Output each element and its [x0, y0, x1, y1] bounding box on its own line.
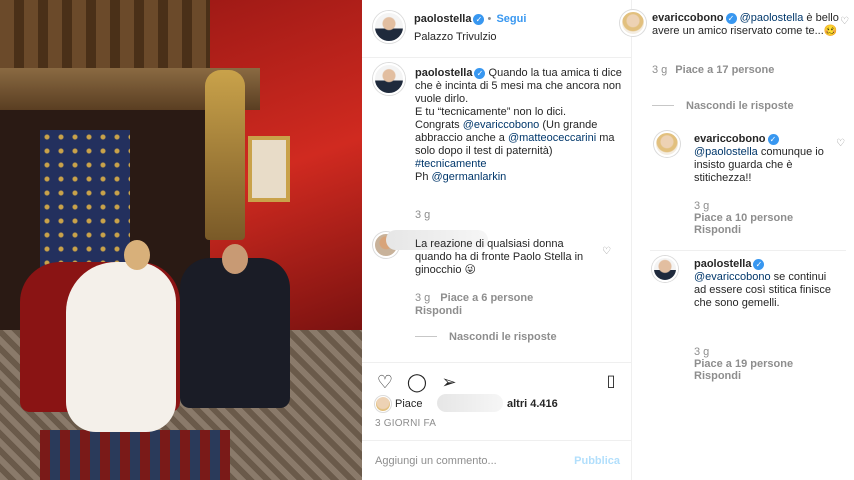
photo-statue — [205, 70, 245, 240]
likes-count[interactable]: altri 4.416 — [507, 398, 558, 410]
reply-button[interactable]: Rispondi — [694, 224, 793, 236]
post-photo[interactable] — [0, 0, 362, 480]
caption-line2: E tu “tecnicamente” non lo dici. — [415, 106, 567, 118]
comment-meta: 3 g Piace a 6 persone — [415, 292, 543, 304]
reply-button[interactable]: Rispondi — [415, 305, 462, 317]
photo-woman — [66, 262, 176, 432]
photo-man-head — [222, 244, 248, 274]
author-name-row: paolostella ✓ • Segui — [414, 13, 526, 25]
post-date: 3 GIORNI FA — [375, 418, 437, 429]
mention-link[interactable]: @paolostella — [694, 146, 758, 158]
commenter-avatar[interactable] — [654, 131, 680, 157]
heart-icon[interactable]: ♡ — [836, 138, 845, 149]
post-location[interactable]: Palazzo Trivulzio — [414, 31, 497, 43]
blurred-liker — [437, 394, 503, 412]
reply-button[interactable]: Rispondi — [694, 370, 793, 382]
photo-woman-head — [124, 240, 150, 270]
mention-link[interactable]: @paolostella — [740, 12, 804, 24]
commenter-avatar[interactable] — [652, 256, 678, 282]
verified-badge-icon: ✓ — [725, 13, 737, 24]
verified-badge-icon: ✓ — [767, 134, 779, 145]
heart-icon[interactable]: ♡ — [840, 16, 849, 27]
comment-time: 3 g — [415, 292, 431, 304]
author-avatar[interactable] — [373, 11, 405, 43]
comment-text: paolostella ✓ @evariccobono se continui a… — [694, 258, 834, 310]
comment-meta: 3 g Piace a 17 persone — [652, 64, 782, 76]
publish-button[interactable]: Pubblica — [574, 455, 620, 467]
instagram-post-screenshot: paolostella ✓ • Segui Palazzo Trivulzio p… — [0, 0, 854, 480]
comment-text: evariccobono ✓ @paolostella è bello avere… — [652, 12, 840, 38]
mention-link[interactable]: @matteoceccarini — [508, 132, 596, 144]
comment-username[interactable]: paolostella — [694, 258, 751, 270]
liker-avatar[interactable] — [375, 396, 391, 412]
hide-replies-button[interactable]: Nascondi le risposte — [652, 100, 794, 112]
divider-line — [415, 336, 437, 337]
divider-line — [650, 250, 846, 251]
comment-likes[interactable]: Piace a 17 persone — [675, 64, 774, 76]
comment-input[interactable]: Aggiungi un commento... — [375, 455, 497, 467]
mention-link[interactable]: @evariccobono — [694, 271, 771, 283]
comment-icon[interactable]: ◯ — [406, 371, 428, 393]
hide-replies-label: Nascondi le risposte — [686, 100, 794, 112]
likes-label: Piace — [395, 398, 423, 410]
comment-time: 3 g — [694, 200, 710, 212]
caption-avatar[interactable] — [373, 63, 405, 95]
action-bar: ♡ ◯ ➢ ▯ — [362, 362, 632, 398]
comment-username[interactable]: evariccobono — [652, 12, 724, 24]
comment-username[interactable]: evariccobono — [694, 133, 766, 145]
post-panel: paolostella ✓ • Segui Palazzo Trivulzio p… — [362, 0, 632, 480]
comment-text: evariccobono ✓ @paolostella comunque io i… — [694, 133, 834, 185]
mention-link[interactable]: @evariccobono — [463, 119, 540, 131]
photo-man — [180, 258, 290, 408]
comment-likes[interactable]: Piace a 10 persone — [694, 212, 793, 224]
follow-button[interactable]: Segui — [496, 13, 526, 25]
photo-painting — [248, 136, 290, 202]
replies-panel: evariccobono ✓ @paolostella è bello avere… — [620, 0, 854, 480]
caption-credit-pre: Ph — [415, 171, 432, 183]
share-icon[interactable]: ➢ — [438, 371, 460, 393]
hashtag-link[interactable]: #tecnicamente — [415, 158, 625, 171]
comment-meta: 3 g Piace a 10 persone Rispondi — [694, 200, 793, 236]
post-header: paolostella ✓ • Segui Palazzo Trivulzio — [362, 0, 632, 58]
commenter-avatar[interactable] — [620, 10, 646, 36]
verified-badge-icon: ✓ — [474, 68, 486, 79]
add-comment-bar: Aggiungi un commento... Pubblica — [362, 440, 632, 480]
author-username[interactable]: paolostella — [414, 13, 471, 25]
heart-icon[interactable]: ♡ — [602, 246, 611, 257]
caption-username[interactable]: paolostella — [415, 67, 472, 79]
comment-text: La reazione di qualsiasi donna quando ha… — [415, 238, 584, 276]
comment-likes[interactable]: Piace a 6 persone — [440, 292, 533, 304]
verified-badge-icon: ✓ — [753, 259, 765, 270]
divider-line — [652, 105, 674, 106]
separator-dot: • — [487, 13, 495, 25]
comment-likes[interactable]: Piace a 19 persone — [694, 358, 793, 370]
comment-meta: 3 g Piace a 19 persone Rispondi — [694, 346, 793, 382]
hide-replies-label: Nascondi le risposte — [449, 331, 557, 343]
comment-time: 3 g — [652, 64, 668, 76]
verified-badge-icon: ✓ — [473, 14, 485, 25]
caption-text: paolostella ✓ Quando la tua amica ti dice… — [415, 67, 625, 184]
photo-rug — [40, 430, 230, 480]
heart-icon[interactable]: ♡ — [374, 371, 396, 393]
hide-replies-button[interactable]: Nascondi le risposte — [415, 331, 557, 343]
bookmark-icon[interactable]: ▯ — [600, 371, 622, 393]
mention-link[interactable]: @germanlarkin — [432, 171, 507, 183]
caption-time: 3 g — [415, 209, 431, 221]
caption-line3-pre: Congrats — [415, 119, 463, 131]
comment-time: 3 g — [694, 346, 710, 358]
